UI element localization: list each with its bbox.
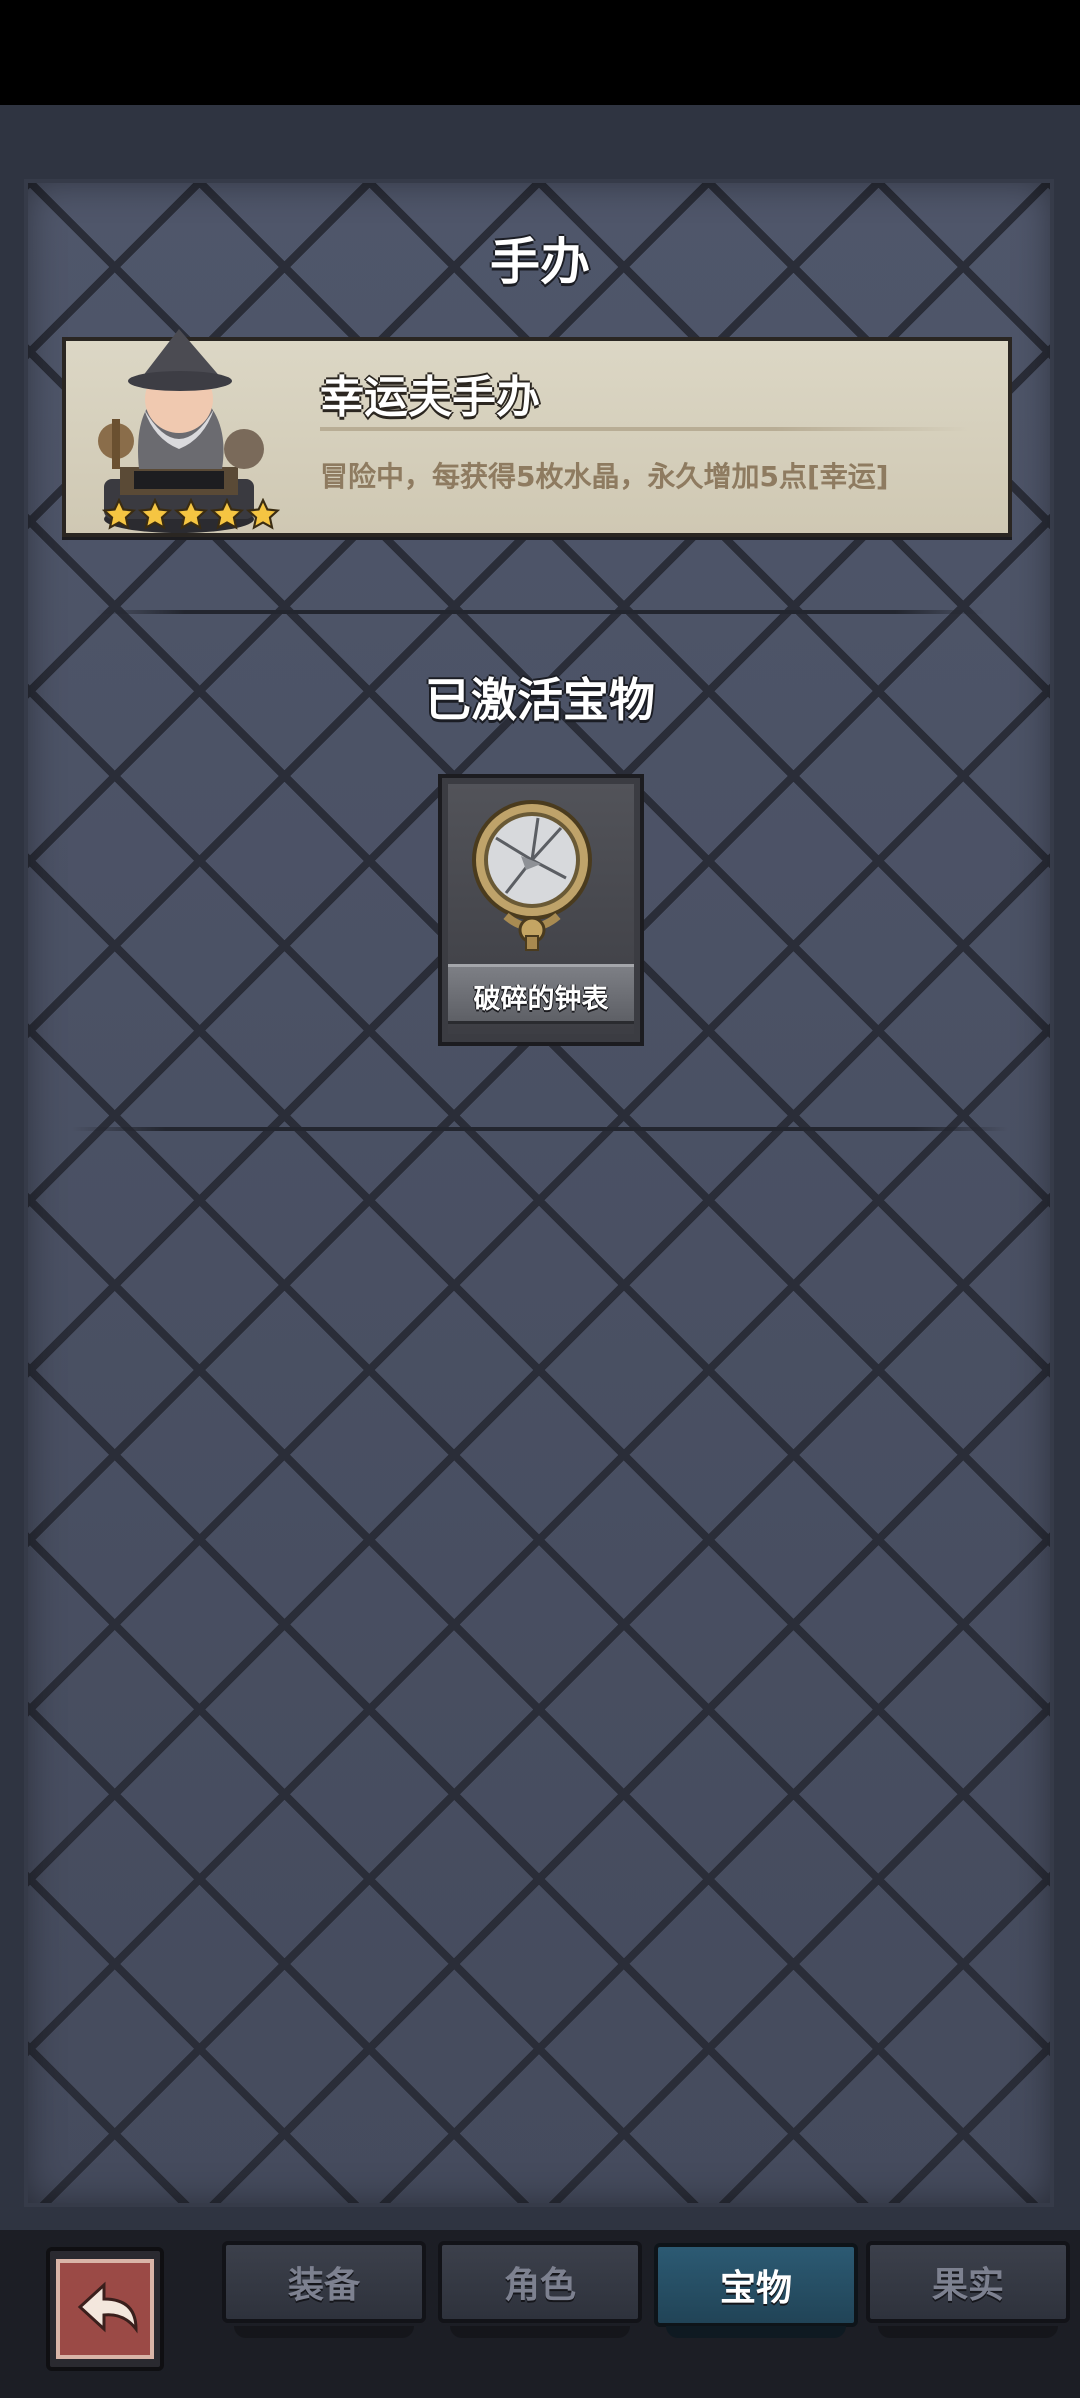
treasure-item-name: 破碎的钟表	[473, 984, 609, 1015]
figure-name: 幸运夫手办	[320, 372, 540, 423]
figure-section-title: 手办	[490, 233, 590, 291]
treasure-section-title: 已激活宝物	[425, 673, 655, 727]
star-icon	[210, 498, 244, 530]
broken-pocket-watch-icon	[472, 800, 592, 951]
star-icon	[246, 498, 280, 530]
treasure-item-slot[interactable]: 破碎的钟表	[438, 774, 644, 1046]
figure-divider	[320, 427, 970, 431]
rating-stars	[102, 498, 280, 532]
star-icon	[102, 498, 136, 530]
tab-ornament	[878, 2326, 1058, 2338]
treasure-item-frame: 破碎的钟表	[448, 784, 634, 1034]
section-divider	[72, 1127, 1008, 1131]
section-divider	[96, 610, 984, 614]
tab-ornament	[666, 2326, 846, 2338]
tab-equipment[interactable]: 装备	[222, 2241, 426, 2323]
tab-fruit[interactable]: 果实	[866, 2241, 1070, 2323]
figure-card[interactable]: 幸运夫手办 冒险中，每获得5枚水晶，永久增加5点[幸运]	[62, 329, 1012, 537]
tab-ornament	[234, 2326, 414, 2338]
star-icon	[138, 498, 172, 530]
back-arrow-icon[interactable]	[44, 2245, 166, 2373]
tab-treasure[interactable]: 宝物	[654, 2243, 858, 2327]
star-icon	[174, 498, 208, 530]
figure-description: 冒险中，每获得5枚水晶，永久增加5点[幸运]	[320, 460, 889, 493]
tab-ornament	[450, 2326, 630, 2338]
tab-character[interactable]: 角色	[438, 2241, 642, 2323]
